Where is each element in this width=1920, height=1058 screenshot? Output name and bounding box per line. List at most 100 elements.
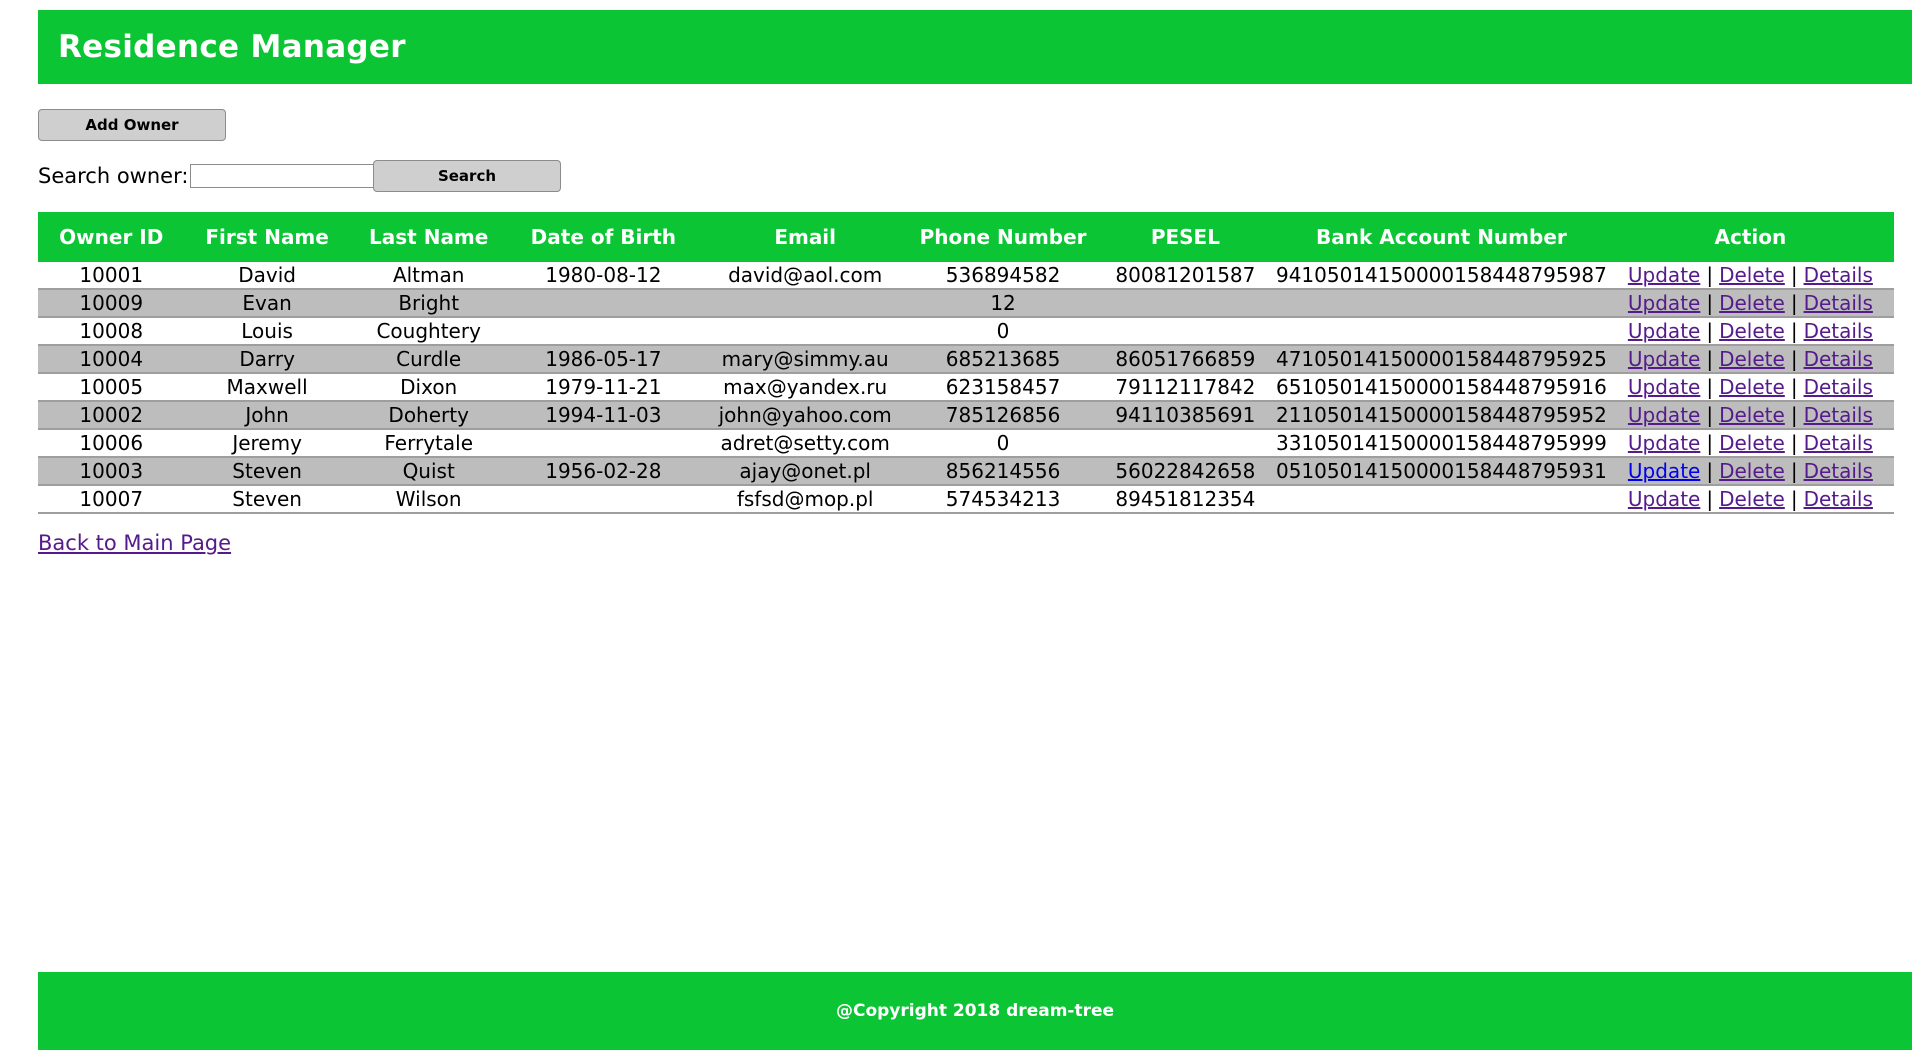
cell-phone-number: 685213685 (911, 345, 1095, 374)
update-link[interactable]: Update (1628, 263, 1700, 287)
cell-phone-number: 536894582 (911, 262, 1095, 290)
table-header-row: Owner ID First Name Last Name Date of Bi… (38, 212, 1894, 262)
table-row: 10003 Steven Quist 1956-02-28 ajay@onet.pl 85… (38, 457, 1894, 486)
table-row: 10002 John Doherty 1994-11-03 john@yahoo.com… (38, 401, 1894, 430)
back-to-main-link[interactable]: Back to Main Page (38, 531, 231, 555)
column-header-email: Email (699, 212, 912, 262)
column-header-bank-account: Bank Account Number (1275, 212, 1607, 262)
details-link[interactable]: Details (1804, 263, 1873, 287)
cell-first-name: Louis (184, 317, 350, 346)
action-separator: | (1706, 319, 1714, 343)
column-header-date-of-birth: Date of Birth (507, 212, 700, 262)
cell-date-of-birth: 1980-08-12 (507, 262, 700, 290)
update-link[interactable]: Update (1628, 487, 1700, 511)
search-owner-input[interactable] (190, 164, 375, 188)
cell-owner-id: 10006 (38, 429, 185, 458)
action-separator: | (1790, 459, 1798, 483)
delete-link[interactable]: Delete (1719, 431, 1785, 455)
update-link[interactable]: Update (1628, 291, 1700, 315)
update-link[interactable]: Update (1628, 459, 1700, 483)
cell-owner-id: 10007 (38, 485, 185, 514)
action-separator: | (1790, 403, 1798, 427)
cell-first-name: John (184, 401, 350, 430)
table-body: 10001 David Altman 1980-08-12 david@aol.com 5… (38, 262, 1894, 514)
cell-actions: Update | Delete | Details (1606, 262, 1894, 290)
cell-owner-id: 10005 (38, 373, 185, 402)
delete-link[interactable]: Delete (1719, 291, 1785, 315)
cell-first-name: Steven (184, 457, 350, 486)
cell-last-name: Doherty (349, 401, 508, 430)
table-row: 10007 Steven Wilson fsfsd@mop.pl 574534213 89… (38, 485, 1894, 514)
cell-bank-account: 05105014150000158448795931 (1275, 457, 1607, 486)
cell-date-of-birth (507, 429, 700, 458)
cell-bank-account (1275, 317, 1607, 346)
cell-phone-number: 623158457 (911, 373, 1095, 402)
cell-actions: Update | Delete | Details (1606, 401, 1894, 430)
cell-actions: Update | Delete | Details (1606, 289, 1894, 318)
cell-date-of-birth: 1979-11-21 (507, 373, 700, 402)
details-link[interactable]: Details (1804, 459, 1873, 483)
cell-pesel: 94110385691 (1094, 401, 1276, 430)
search-bar: Search owner: (38, 160, 375, 192)
action-separator: | (1706, 375, 1714, 399)
table-row: 10008 Louis Coughtery 0 Update | Delete | Detail… (38, 317, 1894, 346)
cell-owner-id: 10004 (38, 345, 185, 374)
cell-last-name: Curdle (349, 345, 508, 374)
delete-link[interactable]: Delete (1719, 263, 1785, 287)
table-row: 10004 Darry Curdle 1986-05-17 mary@simmy.au 6… (38, 345, 1894, 374)
details-link[interactable]: Details (1804, 431, 1873, 455)
cell-bank-account: 47105014150000158448795925 (1275, 345, 1607, 374)
cell-bank-account: 21105014150000158448795952 (1275, 401, 1607, 430)
column-header-first-name: First Name (184, 212, 350, 262)
cell-phone-number: 12 (911, 289, 1095, 318)
action-separator: | (1790, 375, 1798, 399)
action-separator: | (1790, 263, 1798, 287)
update-link[interactable]: Update (1628, 403, 1700, 427)
action-separator: | (1706, 403, 1714, 427)
update-link[interactable]: Update (1628, 375, 1700, 399)
cell-email: david@aol.com (699, 262, 912, 290)
table-row: 10009 Evan Bright 12 Update | Delete | Details (38, 289, 1894, 318)
cell-pesel: 89451812354 (1094, 485, 1276, 514)
update-link[interactable]: Update (1628, 347, 1700, 371)
action-separator: | (1706, 487, 1714, 511)
details-link[interactable]: Details (1804, 347, 1873, 371)
cell-email (699, 289, 912, 318)
action-separator: | (1706, 263, 1714, 287)
cell-pesel: 79112117842 (1094, 373, 1276, 402)
add-owner-button[interactable]: Add Owner (38, 109, 226, 141)
column-header-phone-number: Phone Number (911, 212, 1095, 262)
cell-pesel: 86051766859 (1094, 345, 1276, 374)
cell-email: mary@simmy.au (699, 345, 912, 374)
cell-first-name: Steven (184, 485, 350, 514)
delete-link[interactable]: Delete (1719, 347, 1785, 371)
delete-link[interactable]: Delete (1719, 487, 1785, 511)
cell-pesel (1094, 317, 1276, 346)
details-link[interactable]: Details (1804, 319, 1873, 343)
details-link[interactable]: Details (1804, 375, 1873, 399)
column-header-action: Action (1606, 212, 1894, 262)
update-link[interactable]: Update (1628, 431, 1700, 455)
update-link[interactable]: Update (1628, 319, 1700, 343)
cell-first-name: Jeremy (184, 429, 350, 458)
delete-link[interactable]: Delete (1719, 375, 1785, 399)
cell-email: fsfsd@mop.pl (699, 485, 912, 514)
action-separator: | (1706, 291, 1714, 315)
cell-first-name: Evan (184, 289, 350, 318)
action-separator: | (1790, 487, 1798, 511)
action-separator: | (1790, 319, 1798, 343)
cell-phone-number: 574534213 (911, 485, 1095, 514)
cell-owner-id: 10002 (38, 401, 185, 430)
cell-owner-id: 10008 (38, 317, 185, 346)
cell-last-name: Wilson (349, 485, 508, 514)
search-button[interactable]: Search (373, 160, 561, 192)
details-link[interactable]: Details (1804, 487, 1873, 511)
delete-link[interactable]: Delete (1719, 459, 1785, 483)
details-link[interactable]: Details (1804, 403, 1873, 427)
delete-link[interactable]: Delete (1719, 319, 1785, 343)
cell-phone-number: 0 (911, 317, 1095, 346)
delete-link[interactable]: Delete (1719, 403, 1785, 427)
column-header-owner-id: Owner ID (38, 212, 185, 262)
action-separator: | (1790, 291, 1798, 315)
details-link[interactable]: Details (1804, 291, 1873, 315)
